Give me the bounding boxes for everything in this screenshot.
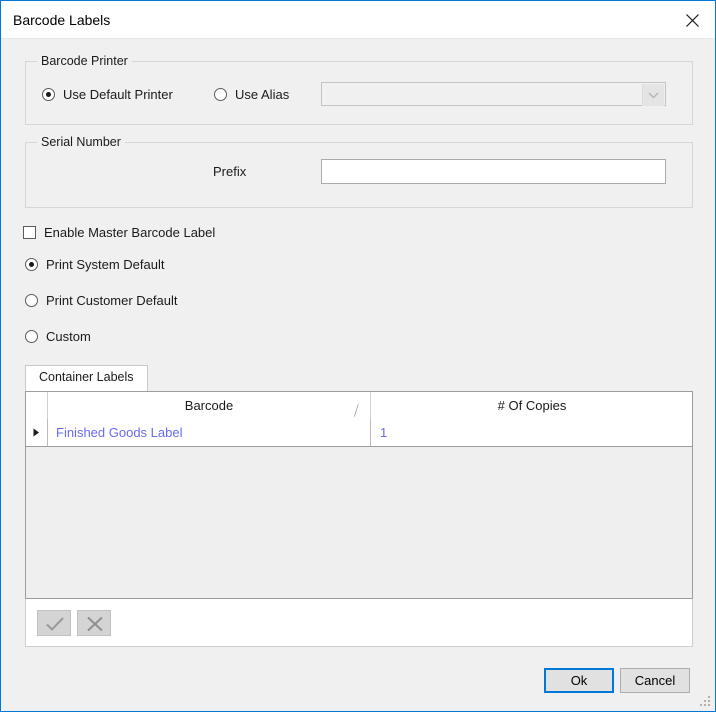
dialog-title: Barcode Labels — [13, 12, 111, 28]
radio-indicator-print-customer-default — [25, 294, 38, 307]
alias-combo-arrow-button[interactable] — [642, 84, 664, 106]
prefix-label: Prefix — [213, 164, 247, 179]
radio-print-customer-default[interactable]: Print Customer Default — [25, 293, 178, 308]
serial-number-group-title: Serial Number — [37, 135, 125, 149]
column-header-barcode-label: Barcode — [184, 398, 234, 413]
x-icon — [87, 616, 103, 632]
dialog-window: Barcode Labels Barcode Printer Use Defau… — [0, 0, 716, 712]
radio-use-alias[interactable]: Use Alias — [214, 87, 289, 102]
ok-button[interactable]: Ok — [544, 668, 614, 693]
check-icon — [46, 617, 64, 631]
grid-toolbar — [25, 599, 693, 647]
tab-container-labels[interactable]: Container Labels — [25, 365, 148, 391]
grid-corner-cell — [26, 392, 48, 419]
radio-label-use-alias: Use Alias — [235, 87, 290, 102]
cancel-button[interactable]: Cancel — [620, 668, 690, 693]
radio-label-use-default-printer: Use Default Printer — [63, 87, 173, 102]
radio-indicator-use-default-printer — [42, 88, 55, 101]
resize-grip[interactable] — [699, 695, 712, 708]
alias-combo[interactable] — [321, 82, 666, 106]
title-bar: Barcode Labels — [1, 1, 715, 39]
cell-copies[interactable]: 1 — [372, 419, 692, 446]
radio-label-print-system-default: Print System Default — [46, 257, 165, 272]
column-header-barcode[interactable]: Barcode ╱ — [48, 392, 371, 419]
prefix-input[interactable] — [321, 159, 666, 184]
grid-header-row: Barcode ╱ # Of Copies — [26, 392, 692, 420]
radio-print-system-default[interactable]: Print System Default — [25, 257, 165, 272]
tab-strip: Container Labels — [25, 365, 693, 391]
close-icon — [686, 14, 699, 27]
container-labels-grid: Barcode ╱ # Of Copies Finished Goods Lab… — [25, 391, 693, 599]
radio-indicator-use-alias — [214, 88, 227, 101]
radio-indicator-print-system-default — [25, 258, 38, 271]
checkbox-indicator-enable-master-barcode-label — [23, 226, 36, 239]
checkbox-enable-master-barcode-label[interactable]: Enable Master Barcode Label — [23, 225, 215, 240]
accept-button[interactable] — [37, 610, 71, 636]
barcode-printer-group-title: Barcode Printer — [37, 54, 132, 68]
radio-use-default-printer[interactable]: Use Default Printer — [42, 87, 173, 102]
radio-indicator-custom — [25, 330, 38, 343]
column-header-copies[interactable]: # Of Copies — [372, 392, 692, 419]
radio-custom[interactable]: Custom — [25, 329, 91, 344]
reject-button[interactable] — [77, 610, 111, 636]
radio-label-custom: Custom — [46, 329, 91, 344]
chevron-down-icon — [648, 92, 659, 99]
table-row[interactable]: Finished Goods Label 1 — [26, 419, 692, 447]
radio-label-print-customer-default: Print Customer Default — [46, 293, 178, 308]
cell-barcode[interactable]: Finished Goods Label — [48, 419, 371, 446]
close-button[interactable] — [670, 1, 715, 37]
current-row-indicator[interactable] — [26, 419, 48, 446]
checkbox-label-enable-master-barcode-label: Enable Master Barcode Label — [44, 225, 216, 240]
current-row-arrow-icon — [33, 428, 39, 437]
